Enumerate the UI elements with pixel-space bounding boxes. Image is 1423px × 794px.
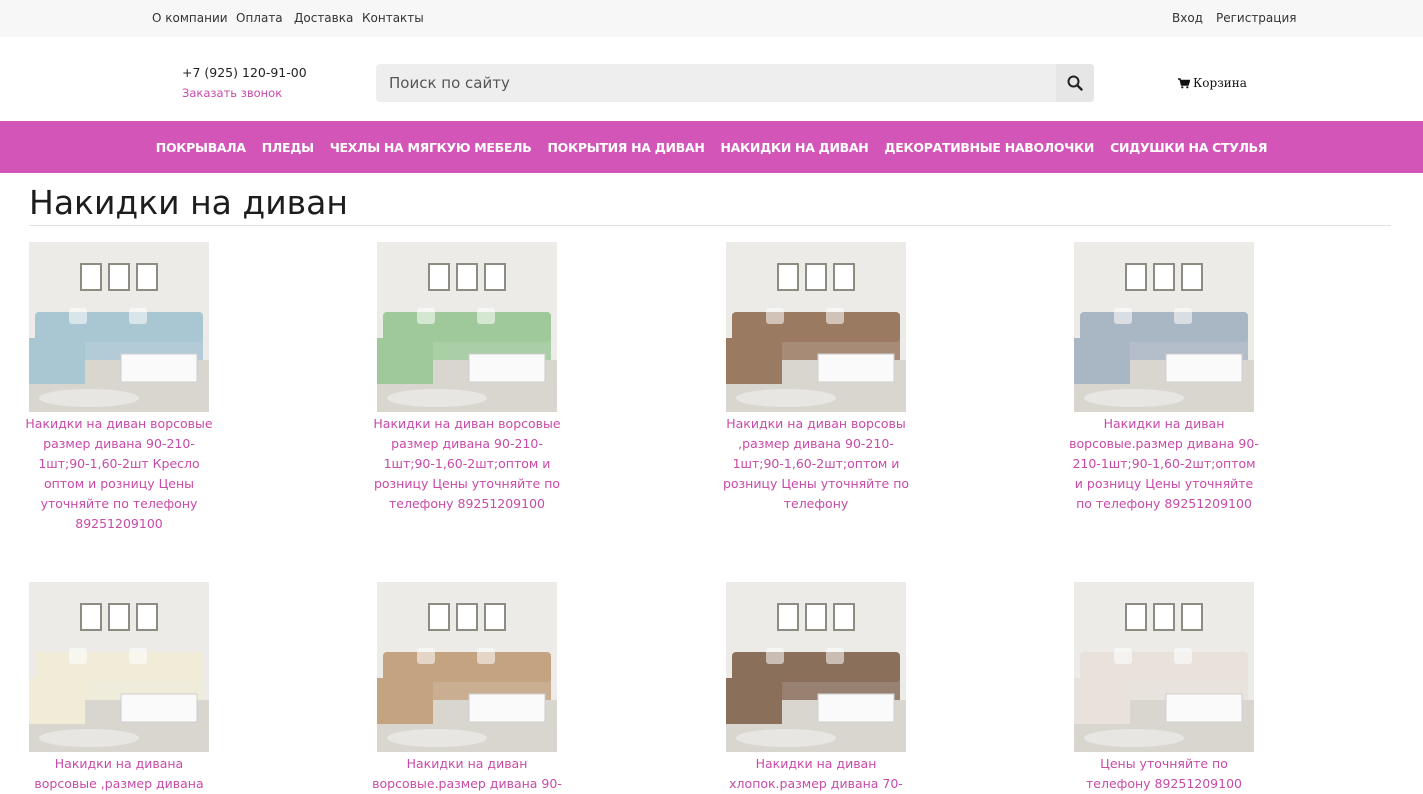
product-title: Накидки на диван ворсовые размер дивана …: [373, 416, 561, 511]
search-icon: [1067, 75, 1083, 91]
product-title: Цены уточняйте по телефону 89251209100: [1085, 756, 1242, 791]
title-divider: [29, 225, 1391, 226]
main-nav: Покрывала Пледы Чехлы на мягкую мебель П…: [0, 121, 1423, 173]
product-image: [1074, 242, 1254, 412]
search-input[interactable]: [376, 64, 1054, 102]
product-grid: Накидки на диван ворсовые размер дивана …: [0, 242, 1423, 791]
topbar-link-payment[interactable]: Оплата: [236, 11, 283, 25]
cart-link[interactable]: Корзина: [1178, 76, 1247, 90]
cart-icon: [1178, 77, 1190, 88]
nav-item-bedspreads[interactable]: Покрывала: [156, 140, 246, 155]
nav-item-pillowcases[interactable]: Декоративные наволочки: [884, 140, 1094, 155]
topbar-link-contacts[interactable]: Контакты: [362, 11, 424, 25]
top-bar: О компании Оплата Доставка Контакты Вход…: [0, 0, 1423, 37]
product-title: Накидки на диван ворсовые размер дивана …: [25, 416, 213, 531]
product-image: [377, 582, 557, 752]
product-image: [29, 582, 209, 752]
product-card[interactable]: Накидки на диван ворсовые.размер дивана …: [372, 582, 562, 794]
product-image: [377, 242, 557, 412]
product-image: [726, 582, 906, 752]
nav-item-plaids[interactable]: Пледы: [262, 140, 314, 155]
nav-item-furniture-covers[interactable]: Чехлы на мягкую мебель: [330, 140, 532, 155]
page-title: Накидки на диван: [29, 183, 348, 222]
product-title: Накидки на дивана ворсовые ,размер диван…: [34, 756, 204, 791]
nav-item-sofa-throws[interactable]: Накидки на диван: [720, 140, 868, 155]
product-title: Накидки на диван ворсовые.размер дивана …: [1069, 416, 1259, 511]
topbar-link-about[interactable]: О компании: [152, 11, 228, 25]
product-card[interactable]: Накидки на диван ворсовые размер дивана …: [373, 242, 561, 514]
topbar-link-delivery[interactable]: Доставка: [294, 11, 353, 25]
product-card[interactable]: Накидки на диван ворсовы ,размер дивана …: [723, 242, 909, 514]
product-image: [1074, 582, 1254, 752]
search-button[interactable]: [1056, 64, 1094, 102]
product-card[interactable]: Накидки на диван ворсовые размер дивана …: [25, 242, 213, 534]
nav-item-chair-pads[interactable]: Сидушки на стулья: [1110, 140, 1267, 155]
login-link[interactable]: Вход: [1172, 11, 1203, 25]
phone-number: +7 (925) 120-91-00: [182, 65, 307, 80]
product-card[interactable]: Цены уточняйте по телефону 89251209100: [1074, 582, 1254, 794]
product-title: Накидки на диван хлопок.размер дивана 70…: [729, 756, 903, 791]
nav-item-sofa-coverings[interactable]: Покрытия на диван: [547, 140, 704, 155]
product-image: [726, 242, 906, 412]
product-title: Накидки на диван ворсовые.размер дивана …: [372, 756, 562, 791]
product-card[interactable]: Накидки на дивана ворсовые ,размер диван…: [29, 582, 209, 794]
product-card[interactable]: Накидки на диван ворсовые.размер дивана …: [1069, 242, 1259, 514]
search-bar: [376, 64, 1094, 102]
product-image: [29, 242, 209, 412]
header: +7 (925) 120-91-00 Заказать звонок Корзи…: [0, 37, 1423, 121]
cart-label: Корзина: [1193, 76, 1247, 90]
callback-link[interactable]: Заказать звонок: [182, 86, 282, 100]
product-card[interactable]: Накидки на диван хлопок.размер дивана 70…: [726, 582, 906, 794]
product-title: Накидки на диван ворсовы ,размер дивана …: [722, 416, 910, 511]
register-link[interactable]: Регистрация: [1216, 11, 1296, 25]
